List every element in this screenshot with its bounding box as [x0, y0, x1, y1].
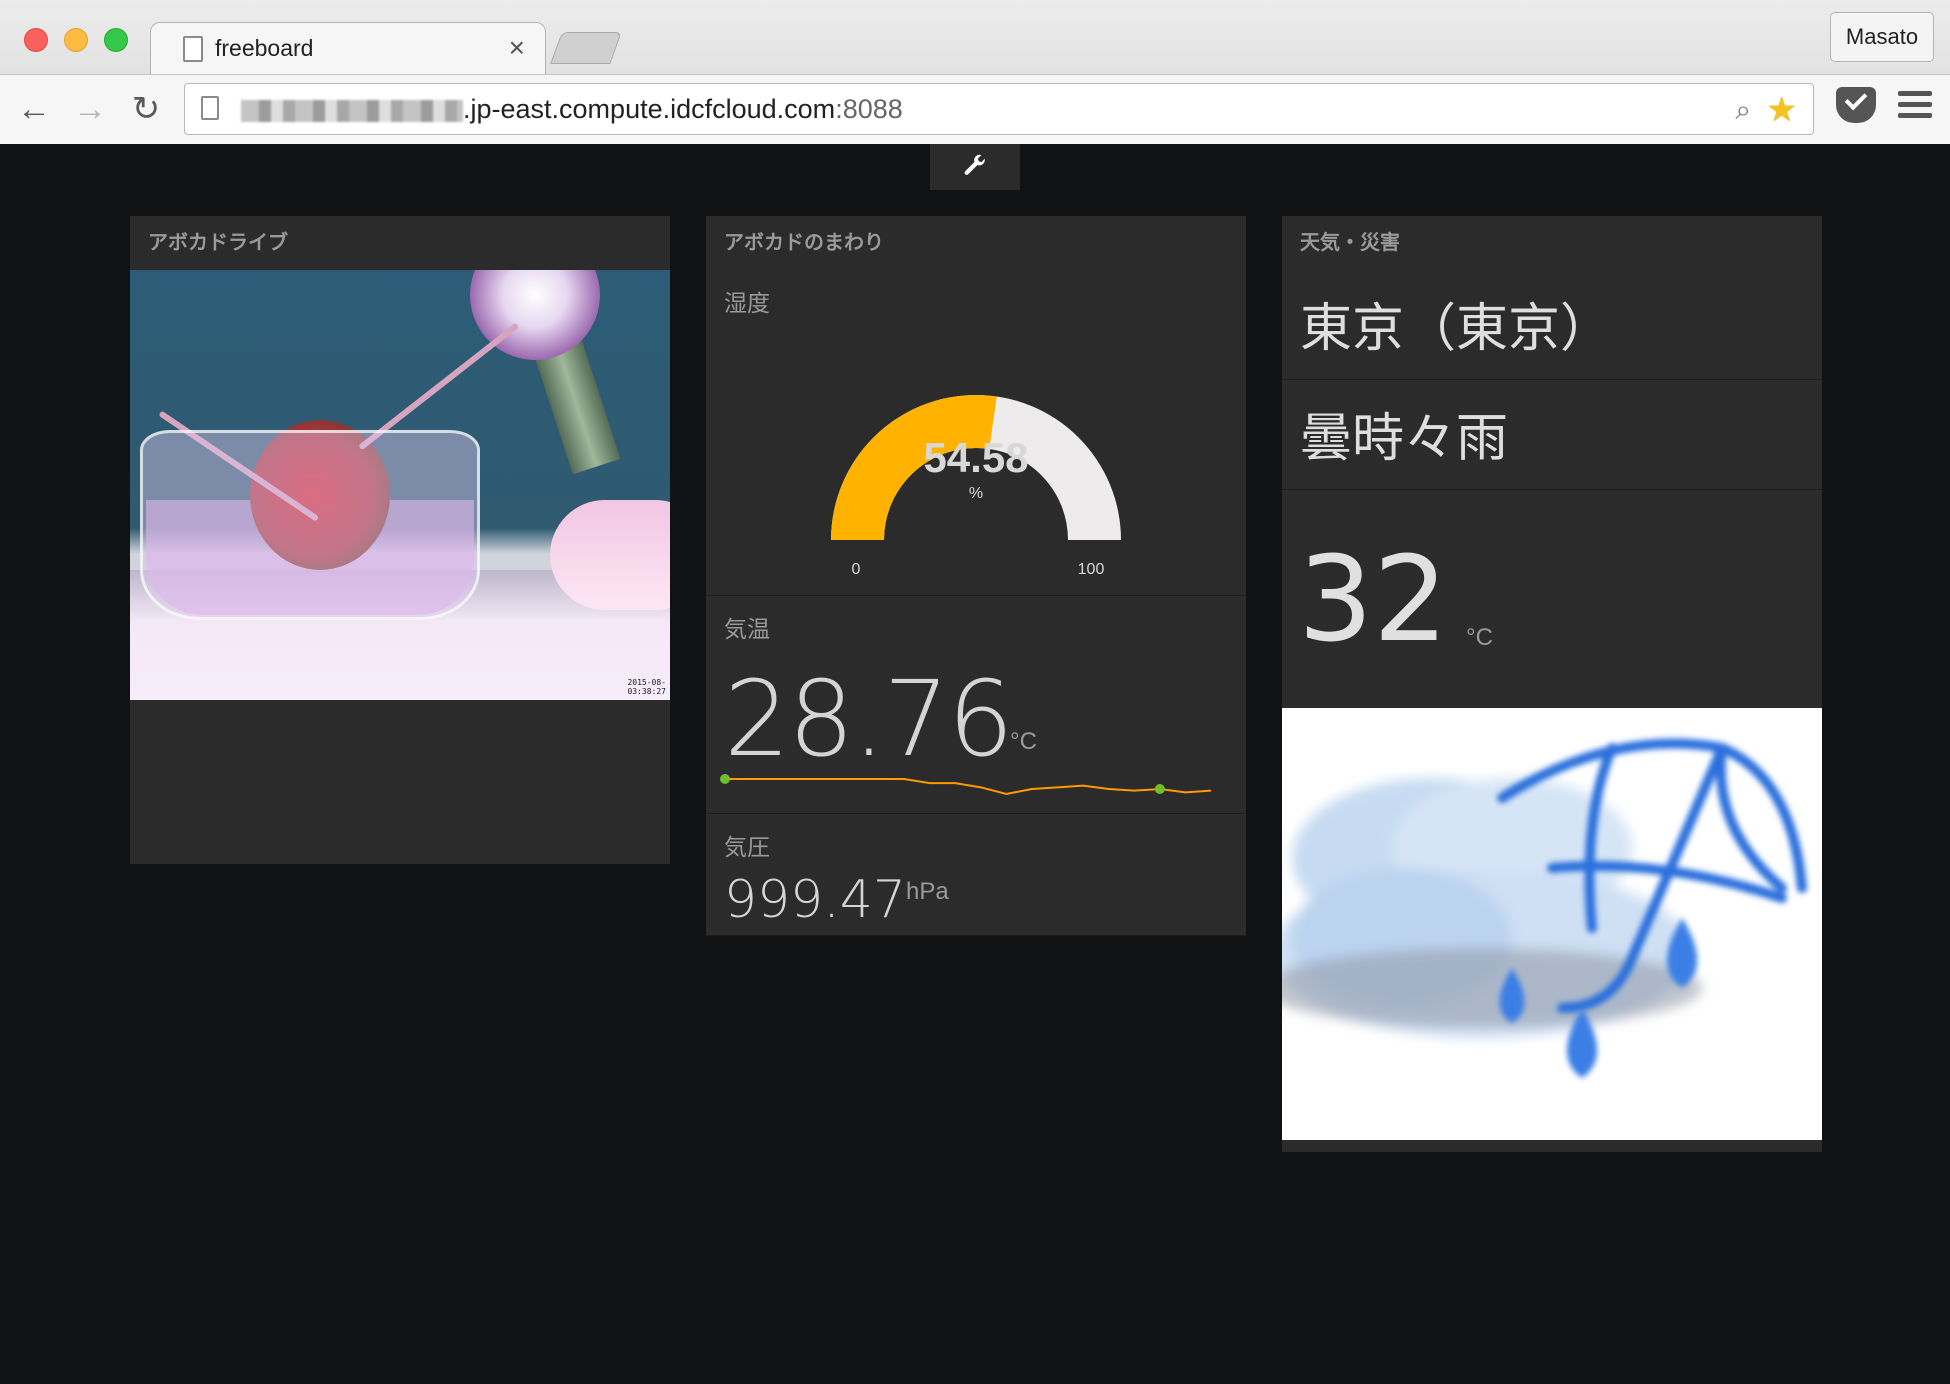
location-text: 東京（東京）	[1300, 299, 1613, 359]
search-icon[interactable]: ⌕	[1735, 94, 1751, 127]
document-icon	[183, 36, 203, 62]
bookmark-star-icon[interactable]: ★	[1767, 90, 1797, 130]
gauge-max: 100	[1078, 561, 1105, 578]
settings-wrench-button[interactable]	[930, 144, 1020, 190]
back-arrow-icon[interactable]: ←	[14, 89, 54, 129]
sparkline-start-dot	[720, 774, 730, 784]
pressure-widget: 気圧 999.47 hPa	[706, 814, 1246, 936]
wrench-icon	[964, 154, 985, 175]
weather-icon-art	[1282, 738, 1807, 1078]
humidity-gauge-widget: 湿度 54.58 % 0 100	[706, 270, 1246, 596]
pane-avocado-surroundings: アボカドのまわり 湿度 54.58 % 0 100 気温 28.76 °C 気圧…	[706, 216, 1246, 936]
pane-avocado-live: アボカドライブ 2015-08- 03:38:27	[130, 216, 670, 864]
address-bar[interactable]: .jp-east.compute.idcfcloud.com:8088 ⌕ ★	[184, 83, 1814, 135]
sparkline-series	[725, 778, 1212, 796]
widget-title: 気温	[724, 616, 770, 642]
sparkline-end-dot	[1154, 784, 1165, 794]
forecast-text: 曇時々雨	[1300, 409, 1509, 469]
close-window-button[interactable]	[24, 28, 48, 52]
gauge-min: 0	[852, 561, 861, 578]
temperature-value: 28.76	[724, 658, 1014, 780]
widget-title: 気圧	[724, 834, 770, 860]
temperature-units: °C	[1010, 728, 1037, 755]
water-glass	[140, 430, 480, 620]
cloud-umbrella-rain-icon	[1282, 708, 1822, 1140]
profile-button[interactable]: Masato	[1830, 12, 1934, 62]
freeboard-board: アボカドライブ 2015-08- 03:38:27 アボカドのまわり 湿度 54…	[0, 144, 1950, 1384]
temperature-sparkline	[720, 774, 1212, 796]
pane-title: アボカドのまわり	[706, 216, 1246, 270]
temperature-widget: 気温 28.76 °C	[706, 596, 1246, 814]
browser-toolbar: ← → ↻ .jp-east.compute.idcfcloud.com:808…	[0, 74, 1950, 144]
page-icon	[201, 96, 219, 120]
pressure-value: 999.47	[724, 870, 906, 930]
forward-arrow-icon[interactable]: →	[70, 89, 110, 129]
forecast-temperature-value: 32	[1298, 530, 1449, 668]
url-text: .jp-east.compute.idcfcloud.com:8088	[463, 94, 903, 125]
reload-icon[interactable]: ↻	[126, 89, 166, 129]
pressure-units: hPa	[906, 878, 949, 905]
camera-timestamp: 2015-08- 03:38:27	[627, 678, 666, 696]
tab-title: freeboard	[215, 35, 314, 61]
forecast-temperature-widget: 32 °C	[1282, 490, 1822, 708]
tab-freeboard[interactable]: freeboard ×	[150, 22, 546, 74]
forecast-temperature-units: °C	[1466, 624, 1493, 651]
webcam-picture: 2015-08- 03:38:27	[130, 270, 670, 700]
url-port: :8088	[835, 94, 903, 124]
forecast-widget: 曇時々雨	[1282, 380, 1822, 490]
minimize-window-button[interactable]	[64, 28, 88, 52]
gauge-units: %	[969, 485, 983, 502]
redacted-host	[241, 100, 463, 122]
humidity-gauge: 54.58 % 0 100	[831, 395, 1121, 578]
url-host: .jp-east.compute.idcfcloud.com	[463, 94, 836, 124]
pane-title: アボカドライブ	[130, 216, 670, 270]
zoom-window-button[interactable]	[104, 28, 128, 52]
gauge-value: 54.58	[923, 434, 1028, 481]
menu-icon[interactable]	[1898, 91, 1932, 124]
tab-strip: freeboard × Masato	[0, 0, 1950, 74]
tab-close-icon[interactable]: ×	[509, 32, 525, 64]
pane-title: 天気・災害	[1282, 216, 1822, 270]
browser-chrome: freeboard × Masato ← → ↻ .jp-east.comput…	[0, 0, 1950, 144]
pane-weather-disaster: 天気・災害 東京（東京） 曇時々雨 32 °C	[1282, 216, 1822, 1152]
new-tab-button[interactable]	[550, 32, 622, 64]
location-widget: 東京（東京）	[1282, 270, 1822, 380]
